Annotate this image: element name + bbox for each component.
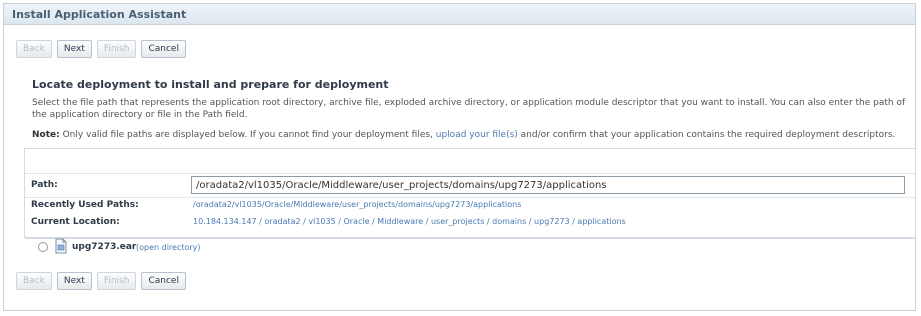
path-row: Path: [25, 173, 915, 198]
current-location-row: Current Location: 10.184.134.147 / orada… [25, 214, 915, 239]
file-name[interactable]: upg7273.ear [72, 242, 136, 252]
recent-paths-row: Recently Used Paths: /oradata2/vl1035/Or… [25, 197, 915, 214]
recent-paths-label: Recently Used Paths: [31, 200, 139, 210]
next-button-bottom[interactable]: Next [56, 272, 92, 290]
next-button[interactable]: Next [56, 40, 92, 58]
panel-header: Install Application Assistant [4, 4, 915, 25]
cancel-button[interactable]: Cancel [141, 40, 186, 58]
section-description: Select the file path that represents the… [32, 98, 906, 120]
back-button[interactable]: Back [16, 40, 52, 58]
path-label: Path: [31, 180, 58, 190]
open-directory-link[interactable]: (open directory) [136, 243, 201, 252]
archive-file-icon [55, 238, 67, 254]
back-button-bottom[interactable]: Back [16, 272, 52, 290]
current-location-breadcrumb[interactable]: 10.184.134.147 / oradata2 / vl1035 / Ora… [193, 217, 626, 226]
bottom-button-bar: Back Next Finish Cancel [16, 272, 186, 292]
note-text-after: and/or confirm that your application con… [517, 130, 896, 140]
install-assistant-panel: Install Application Assistant Back Next … [3, 3, 916, 311]
file-select-radio[interactable] [38, 242, 48, 252]
recent-path-link[interactable]: /oradata2/vl1035/Oracle/Middleware/user_… [193, 200, 521, 209]
file-list-item: upg7273.ear (open directory) [24, 238, 916, 258]
cancel-button-bottom[interactable]: Cancel [141, 272, 186, 290]
note-text: Note: Only valid file paths are displaye… [32, 130, 912, 140]
path-input[interactable] [191, 176, 905, 194]
path-form: Path: Recently Used Paths: /oradata2/vl1… [24, 148, 916, 239]
section-title: Locate deployment to install and prepare… [32, 78, 389, 91]
note-text-before: Only valid file paths are displayed belo… [59, 130, 436, 140]
panel-title: Install Application Assistant [12, 8, 187, 21]
upload-files-link[interactable]: upload your file(s) [436, 130, 518, 140]
note-label: Note: [32, 130, 60, 140]
top-button-bar: Back Next Finish Cancel [16, 40, 186, 60]
finish-button-bottom[interactable]: Finish [96, 272, 137, 290]
finish-button[interactable]: Finish [96, 40, 137, 58]
current-location-label: Current Location: [31, 217, 120, 227]
